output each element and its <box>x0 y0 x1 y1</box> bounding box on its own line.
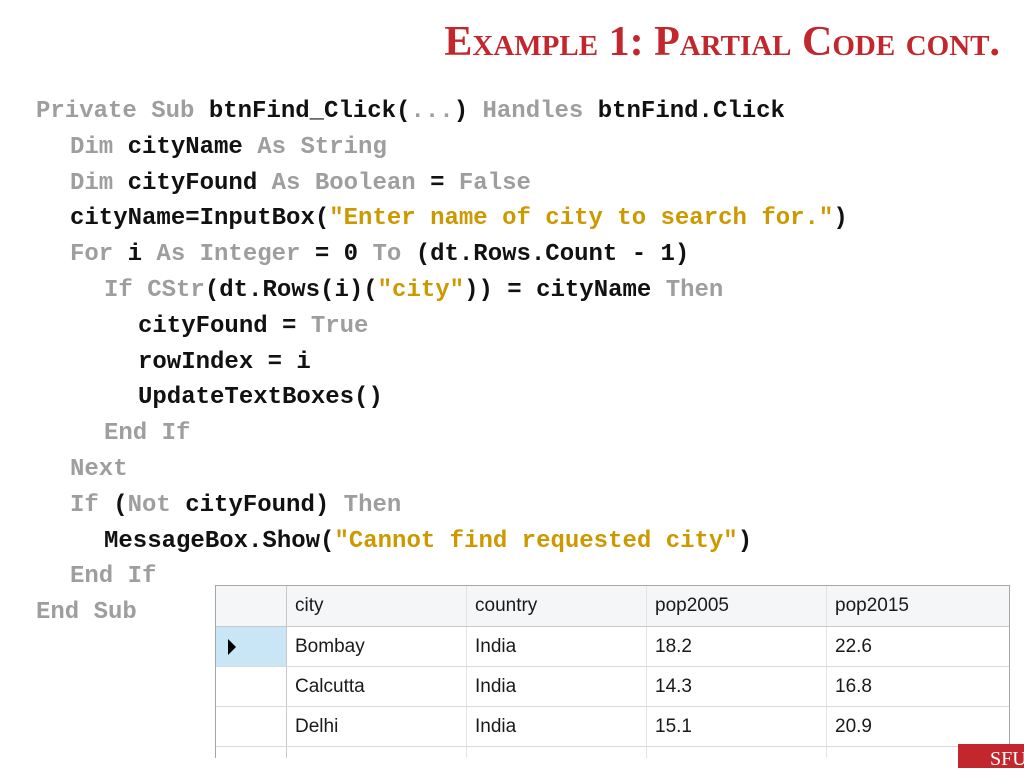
code-line: rowIndex = i <box>36 345 848 381</box>
row-header[interactable] <box>216 747 287 758</box>
code-keyword: False <box>458 169 531 197</box>
code-line: Next <box>36 452 848 488</box>
code-keyword: As Integer <box>156 241 315 269</box>
code-keyword: Not <box>127 491 186 519</box>
row-header-selected[interactable] <box>216 627 287 666</box>
code-string: "city" <box>377 276 465 304</box>
table-row[interactable]: Dhaka Bangladesh 13.4 17.9 <box>216 747 1009 758</box>
cell-city[interactable]: Bombay <box>287 627 467 666</box>
code-keyword: Private Sub <box>36 98 209 125</box>
code-text: cityFound = <box>138 312 311 340</box>
code-text: cityName <box>127 133 258 161</box>
code-keyword: Next <box>70 455 128 483</box>
code-line: cityFound = True <box>36 309 848 345</box>
cell-pop2005[interactable]: 15.1 <box>647 707 827 746</box>
grid-corner-header[interactable] <box>216 586 287 626</box>
code-keyword: Then <box>665 276 724 304</box>
cell-country[interactable]: India <box>467 707 647 746</box>
code-keyword: As Boolean <box>271 169 431 197</box>
code-keyword: Dim <box>70 169 128 197</box>
slide-title: Example 1: Partial Code cont. <box>444 18 1000 66</box>
code-text: btnFind_Click( <box>208 98 411 125</box>
code-text: = <box>430 169 459 197</box>
code-line: UpdateTextBoxes() <box>36 380 848 416</box>
code-keyword: Handles <box>482 98 598 125</box>
code-keyword: If <box>70 491 114 519</box>
code-text: (dt.Rows(i)( <box>204 276 378 304</box>
cell-city[interactable]: Delhi <box>287 707 467 746</box>
cell-pop2005[interactable]: 18.2 <box>647 627 827 666</box>
cell-pop2005[interactable]: 14.3 <box>647 667 827 706</box>
cell-pop2015[interactable]: 16.8 <box>827 667 1009 706</box>
code-keyword: Then <box>343 491 402 519</box>
title-word-5: cont. <box>905 19 1000 65</box>
code-text: btnFind.Click <box>597 98 785 125</box>
code-block: Private Sub btnFind_Click(...) Handles b… <box>36 94 848 631</box>
row-header[interactable] <box>216 707 287 746</box>
code-keyword: End If <box>70 563 157 591</box>
cell-country[interactable]: India <box>467 667 647 706</box>
code-keyword: To <box>372 241 416 269</box>
table-row[interactable]: Delhi India 15.1 20.9 <box>216 707 1009 747</box>
code-line: cityName=InputBox("Enter name of city to… <box>36 201 848 237</box>
code-line: MessageBox.Show("Cannot find requested c… <box>36 524 848 560</box>
code-text: ) <box>453 98 483 125</box>
column-header-country[interactable]: country <box>467 586 647 626</box>
column-header-pop2015[interactable]: pop2015 <box>827 586 1009 626</box>
cell-city[interactable]: Dhaka <box>287 747 467 758</box>
code-text: cityName=InputBox( <box>70 205 330 233</box>
code-keyword: For <box>70 241 128 269</box>
code-keyword: ... <box>410 98 454 125</box>
code-line: Dim cityFound As Boolean = False <box>36 166 848 202</box>
code-text: (dt.Rows.Count - 1) <box>415 241 690 269</box>
title-word-4: Code <box>802 19 896 65</box>
cell-country[interactable]: Bangladesh <box>467 747 647 758</box>
code-line: End If <box>36 416 848 452</box>
title-word-3: Partial <box>654 19 792 65</box>
data-grid[interactable]: city country pop2005 pop2015 Bombay Indi… <box>215 585 1010 758</box>
cell-pop2015[interactable]: 20.9 <box>827 707 1009 746</box>
code-keyword: End If <box>104 420 191 448</box>
code-text: i <box>127 241 157 269</box>
code-text: cityFound) <box>185 491 344 519</box>
code-text: = 0 <box>314 241 373 269</box>
grid-header-row: city country pop2005 pop2015 <box>216 586 1009 627</box>
table-row[interactable]: Bombay India 18.2 22.6 <box>216 627 1009 667</box>
code-text: ) <box>833 205 848 233</box>
code-line: Private Sub btnFind_Click(...) Handles b… <box>36 94 848 130</box>
cell-pop2015[interactable]: 22.6 <box>827 627 1009 666</box>
code-text: ( <box>113 491 128 519</box>
column-header-city[interactable]: city <box>287 586 467 626</box>
code-keyword: True <box>310 312 369 340</box>
row-header[interactable] <box>216 667 287 706</box>
code-line: If CStr(dt.Rows(i)("city")) = cityName T… <box>36 273 848 309</box>
cell-city[interactable]: Calcutta <box>287 667 467 706</box>
cell-pop2005[interactable]: 13.4 <box>647 747 827 758</box>
code-text: rowIndex = i <box>138 348 311 376</box>
current-row-arrow-icon <box>228 639 236 655</box>
code-line: For i As Integer = 0 To (dt.Rows.Count -… <box>36 237 848 273</box>
code-text: cityFound <box>127 169 272 197</box>
code-keyword: Dim <box>70 133 128 161</box>
title-word-2: 1: <box>608 19 644 65</box>
code-keyword: If CStr <box>104 276 205 304</box>
code-text: )) = cityName <box>464 276 666 304</box>
university-logo: SFU <box>958 744 1024 770</box>
code-line: If (Not cityFound) Then <box>36 488 848 524</box>
cell-country[interactable]: India <box>467 627 647 666</box>
code-text: ) <box>737 527 753 555</box>
code-keyword: As String <box>257 133 387 161</box>
column-header-pop2005[interactable]: pop2005 <box>647 586 827 626</box>
code-string: "Cannot find requested city" <box>334 527 738 555</box>
title-word-1: Example <box>444 19 599 65</box>
code-text: MessageBox.Show( <box>104 527 335 555</box>
code-text: UpdateTextBoxes() <box>138 384 383 412</box>
code-string: "Enter name of city to search for." <box>329 205 834 233</box>
code-keyword: End Sub <box>36 599 137 627</box>
code-line: Dim cityName As String <box>36 130 848 166</box>
table-row[interactable]: Calcutta India 14.3 16.8 <box>216 667 1009 707</box>
